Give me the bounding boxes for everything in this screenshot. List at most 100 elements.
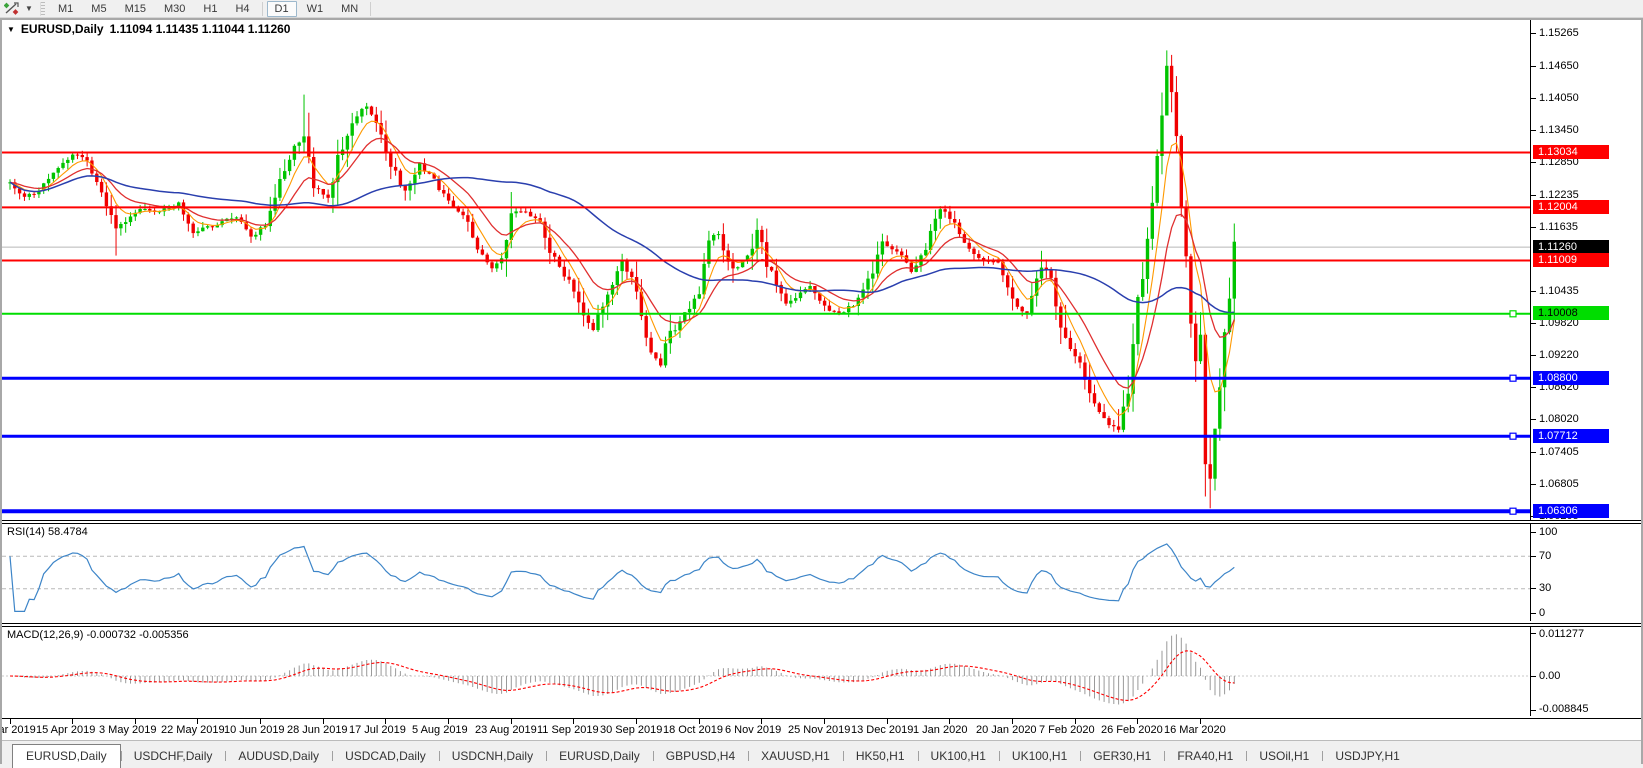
price-tick-label: 1.14650 <box>1539 60 1579 72</box>
price-tick <box>1531 162 1536 163</box>
time-axis-label: 10 Jun 2019 <box>224 724 285 736</box>
price-tick <box>1531 66 1536 67</box>
time-axis-label: 26 Feb 2020 <box>1101 724 1163 736</box>
macd-tick <box>1531 676 1536 677</box>
macd-axis[interactable]: 0.011277 0.00 -0.008845 <box>1530 627 1640 716</box>
chart-ohlc-values: 1.11094 1.11435 1.11044 1.11260 <box>109 22 291 36</box>
rsi-axis[interactable]: 100 70 30 0 <box>1530 524 1640 621</box>
chart-tab-xauusd-h1[interactable]: XAUUSD,H1 <box>748 745 843 768</box>
time-axis-label: 6 Nov 2019 <box>725 724 782 736</box>
toolbar-separator <box>370 1 372 16</box>
price-tick <box>1531 387 1536 388</box>
time-axis-label: 11 Sep 2019 <box>537 724 599 736</box>
time-axis-label: 25 Nov 2019 <box>788 724 851 736</box>
chevron-down-icon[interactable]: ▼ <box>22 4 36 13</box>
rsi-chart <box>2 543 1530 613</box>
price-tick-label: 1.06805 <box>1539 478 1579 490</box>
chart-tab-uk100-h1[interactable]: UK100,H1 <box>998 745 1080 768</box>
time-axis-label: 18 Oct 2019 <box>663 724 723 736</box>
rsi-tick <box>1531 532 1536 533</box>
hline-handle <box>1509 374 1517 382</box>
chart-tab-eurusd-daily[interactable]: EURUSD,Daily <box>546 745 653 768</box>
chart-tab-audusd-daily[interactable]: AUDUSD,Daily <box>225 745 332 768</box>
price-axis[interactable]: 1.15265 1.14650 1.14050 1.13450 1.12850 1.122… <box>1530 20 1640 520</box>
chart-tab-ger30-h1[interactable]: GER30,H1 <box>1080 745 1164 768</box>
price-tick <box>1531 195 1536 196</box>
macd-tick <box>1531 709 1536 711</box>
price-badge: 1.12004 <box>1533 200 1609 214</box>
chart-tab-usdcnh-daily[interactable]: USDCNH,Daily <box>438 745 546 768</box>
time-axis-label: 28 Jun 2019 <box>287 724 348 736</box>
macd-plot[interactable]: MACD(12,26,9) -0.000732 -0.005356 <box>2 627 1530 716</box>
price-badge: 1.11009 <box>1533 253 1609 267</box>
timeframe-buttons: M1 M5 M15 M30 H1 H4 D1 W1 MN <box>49 0 374 17</box>
timeframe-button-h1[interactable]: H1 <box>195 1 225 17</box>
timeframe-button-m5[interactable]: M5 <box>83 1 114 17</box>
main-chart-pane: ▼ EURUSD,Daily 1.11094 1.11435 1.11044 1… <box>2 20 1641 521</box>
timeframe-button-m30[interactable]: M30 <box>156 1 193 17</box>
macd-tick-label: -0.008845 <box>1539 703 1589 715</box>
chart-tab-uk100-h1[interactable]: UK100,H1 <box>917 745 999 768</box>
price-tick-label: 1.13450 <box>1539 124 1579 136</box>
chart-tab-usdchf-daily[interactable]: USDCHF,Daily <box>120 745 226 768</box>
hline-handle <box>1509 310 1517 318</box>
rsi-tick <box>1531 613 1536 614</box>
time-axis-label: 17 Jul 2019 <box>349 724 406 736</box>
time-axis-label: 15 Apr 2019 <box>36 724 96 736</box>
price-tick <box>1531 33 1536 34</box>
time-axis-label: 16 Mar 2020 <box>1164 724 1226 736</box>
rsi-tick-label: 0 <box>1539 607 1546 619</box>
macd-tick-label: 0.011277 <box>1539 628 1585 640</box>
main-plot[interactable]: ▼ EURUSD,Daily 1.11094 1.11435 1.11044 1… <box>2 20 1530 520</box>
timeframe-button-mn[interactable]: MN <box>333 1 366 17</box>
price-tick <box>1531 484 1536 485</box>
chart-window: ▼ EURUSD,Daily 1.11094 1.11435 1.11044 1… <box>0 18 1643 768</box>
timeframe-button-h4[interactable]: H4 <box>227 1 257 17</box>
candlestick-chart <box>2 50 1530 515</box>
price-badge: 1.11260 <box>1533 240 1609 254</box>
time-axis-label: 30 Sep 2019 <box>600 724 663 736</box>
price-tick <box>1531 98 1536 99</box>
timeframe-button-m15[interactable]: M15 <box>117 1 154 17</box>
price-tick <box>1531 452 1536 453</box>
price-tick <box>1531 419 1536 420</box>
price-tick-label: 1.07405 <box>1539 446 1579 458</box>
macd-tick <box>1531 633 1536 635</box>
chart-tab-usdcad-daily[interactable]: USDCAD,Daily <box>332 745 439 768</box>
time-axis-label: 7 Feb 2020 <box>1039 724 1095 736</box>
hline-handle <box>1509 507 1517 515</box>
chart-tab-usoil-h1[interactable]: USOil,H1 <box>1246 745 1322 768</box>
chart-tab-gbpusd-h4[interactable]: GBPUSD,H4 <box>652 745 748 768</box>
chart-tab-hk50-h1[interactable]: HK50,H1 <box>842 745 918 768</box>
timeframe-button-w1[interactable]: W1 <box>299 1 332 17</box>
rsi-tick-label: 70 <box>1539 550 1552 562</box>
price-tick <box>1531 291 1536 292</box>
timeframe-button-m1[interactable]: M1 <box>50 1 81 17</box>
line-studies-icon[interactable] <box>0 1 22 17</box>
price-tick-label: 1.08020 <box>1539 413 1579 425</box>
price-tick <box>1531 355 1536 356</box>
time-axis-label: 22 May 2019 <box>161 724 225 736</box>
macd-tick-label: 0.00 <box>1539 670 1561 682</box>
chart-dropdown-icon[interactable]: ▼ <box>7 25 15 34</box>
chart-tab-fra40-h1[interactable]: FRA40,H1 <box>1164 745 1246 768</box>
rsi-tick <box>1531 556 1536 557</box>
price-tick-label: 1.14050 <box>1539 92 1579 104</box>
chart-tab-usdjpy-h1[interactable]: USDJPY,H1 <box>1322 745 1412 768</box>
rsi-label: RSI(14) 58.4784 <box>7 526 88 538</box>
time-axis[interactable]: 27 Mar 201915 Apr 20193 May 2019 22 May 2… <box>2 719 1641 741</box>
chart-title: ▼ EURUSD,Daily 1.11094 1.11435 1.11044 1… <box>7 22 290 36</box>
timeframe-button-d1[interactable]: D1 <box>266 0 297 17</box>
time-axis-label: 3 May 2019 <box>99 724 157 736</box>
price-badge: 1.08800 <box>1533 371 1609 385</box>
time-axis-label: 23 Aug 2019 <box>475 724 537 736</box>
rsi-plot[interactable]: RSI(14) 58.4784 <box>2 524 1530 621</box>
toolbar-grip[interactable] <box>40 1 45 16</box>
toolbar-separator <box>261 1 263 16</box>
rsi-pane: RSI(14) 58.4784 100 70 30 0 <box>2 523 1641 624</box>
rsi-tick-label: 30 <box>1539 582 1552 594</box>
timeframe-toolbar: ▼ M1 M5 M15 M30 H1 H4 D1 W1 MN <box>0 0 1643 18</box>
chart-symbol-label: EURUSD,Daily <box>20 22 104 36</box>
chart-tab-eurusd-daily[interactable]: EURUSD,Daily <box>12 744 121 768</box>
time-axis-label: 5 Aug 2019 <box>412 724 468 736</box>
